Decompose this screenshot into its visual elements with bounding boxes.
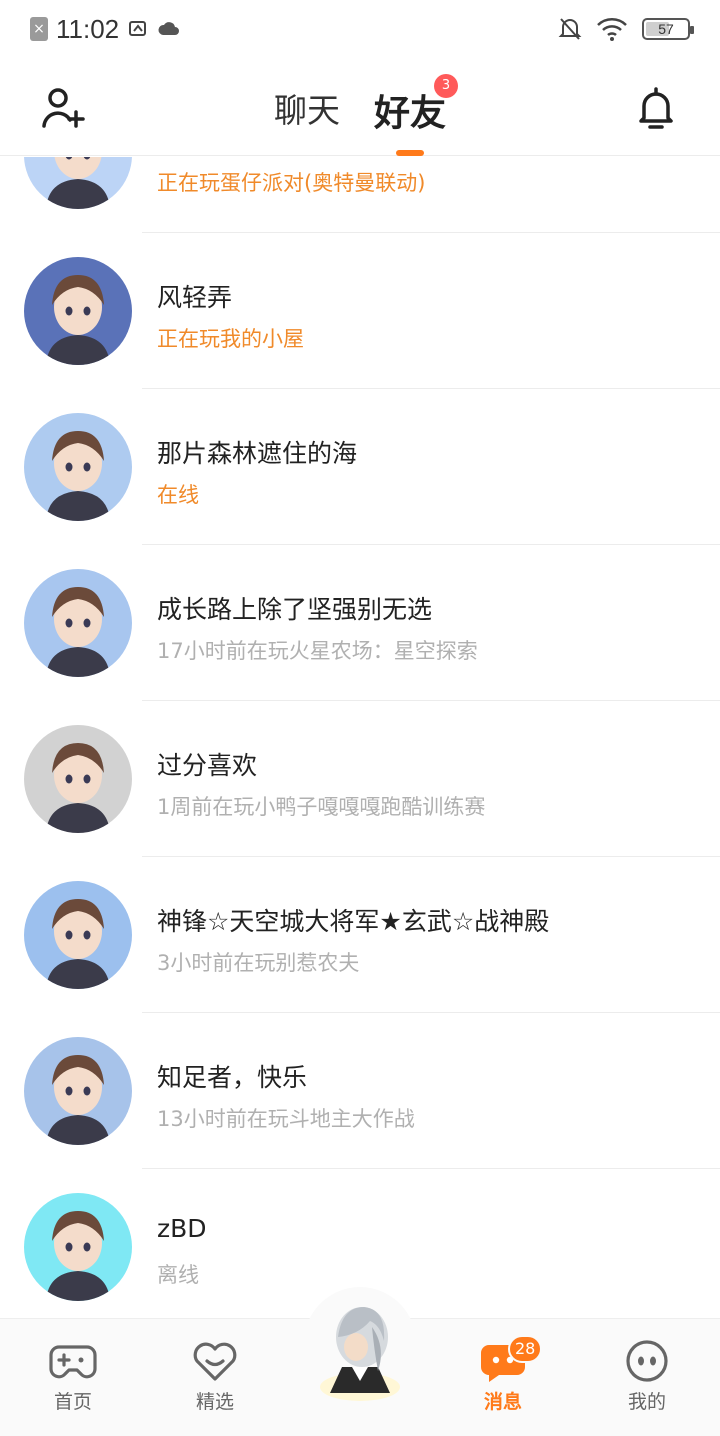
- nav-messages-label: 消息: [483, 1391, 522, 1413]
- friend-name: 风轻弄: [157, 283, 233, 312]
- friend-status: 17小时前在玩火星农场：星空探索: [157, 639, 478, 663]
- friend-status: 正在玩蛋仔派对(奥特曼联动): [157, 171, 426, 195]
- heart-chat-icon: [193, 1342, 237, 1381]
- friend-status: 正在玩我的小屋: [157, 327, 304, 351]
- friend-name: zBD: [157, 1214, 207, 1243]
- friend-list[interactable]: 正在玩蛋仔派对(奥特曼联动) 风轻弄正在玩我的小屋那片森林遮住的海在线成长路上除了…: [0, 157, 720, 1319]
- friend-row[interactable]: 成长路上除了坚强别无选 17小时前在玩火星农场：星空探索: [0, 545, 720, 701]
- active-tab-indicator: [395, 150, 424, 156]
- friend-avatar[interactable]: [24, 157, 132, 209]
- friend-avatar[interactable]: [24, 881, 132, 989]
- friend-status: 13小时前在玩斗地主大作战: [157, 1107, 415, 1131]
- friend-status: 1周前在玩小鸭子嘎嘎嘎跑酷训练赛: [157, 795, 486, 819]
- friend-name: 那片森林遮住的海: [157, 439, 358, 468]
- friend-name: 知足者，快乐: [157, 1063, 308, 1092]
- bell-icon: [639, 87, 673, 129]
- friend-status: 3小时前在玩别惹农夫: [157, 951, 360, 975]
- sim-icon: ×: [30, 17, 48, 41]
- friend-avatar[interactable]: [24, 257, 132, 365]
- cloud-icon: [158, 22, 180, 35]
- friend-row[interactable]: 过分喜欢 1周前在玩小鸭子嘎嘎嘎跑酷训练赛: [0, 701, 720, 857]
- screenshot-icon: [129, 21, 147, 36]
- nav-home-label: 首页: [53, 1391, 92, 1413]
- tab-friends[interactable]: 好友 3: [374, 74, 458, 156]
- avatar: [320, 1307, 400, 1401]
- wifi-icon: [597, 18, 627, 41]
- friend-row[interactable]: 知足者，快乐 13小时前在玩斗地主大作战: [0, 1013, 720, 1169]
- friend-name: 神锋☆天空城大将军★玄武☆战神殿: [157, 907, 550, 936]
- nav-home[interactable]: 首页: [18, 1319, 128, 1436]
- notification-button[interactable]: [636, 86, 676, 130]
- friends-badge: 3: [434, 74, 458, 98]
- friend-status: 在线: [157, 483, 199, 507]
- friend-avatar[interactable]: [24, 1037, 132, 1145]
- mute-bell-icon: [558, 18, 582, 40]
- friend-row[interactable]: 正在玩蛋仔派对(奥特曼联动): [0, 157, 720, 233]
- friend-row[interactable]: 风轻弄正在玩我的小屋: [0, 233, 720, 389]
- top-header: 聊天 好友 3: [0, 58, 720, 156]
- battery-level: 57: [658, 21, 674, 37]
- status-bar: × 11:02 57: [0, 0, 720, 58]
- gamepad-icon: [49, 1345, 97, 1379]
- nav-messages[interactable]: 28 消息: [448, 1319, 558, 1436]
- friend-avatar[interactable]: [24, 725, 132, 833]
- status-time: 11:02: [56, 13, 120, 44]
- face-icon: [626, 1340, 668, 1382]
- friend-status: 离线: [157, 1263, 199, 1287]
- nav-profile[interactable]: 我的: [592, 1319, 702, 1436]
- nav-profile-label: 我的: [627, 1391, 666, 1413]
- header-tabs: 聊天 好友 3: [0, 74, 720, 156]
- nav-featured[interactable]: 精选: [160, 1319, 270, 1436]
- friend-row[interactable]: 那片森林遮住的海在线: [0, 389, 720, 545]
- nav-featured-label: 精选: [195, 1391, 234, 1413]
- messages-badge: 28: [508, 1335, 543, 1363]
- friend-name: 成长路上除了坚强别无选: [157, 595, 433, 624]
- friend-avatar[interactable]: [24, 413, 132, 521]
- friend-avatar[interactable]: [24, 1193, 132, 1301]
- tab-chat[interactable]: 聊天: [274, 84, 340, 136]
- center-avatar-button[interactable]: [312, 1297, 408, 1405]
- battery-indicator: 57: [642, 18, 694, 40]
- bottom-nav: 首页 精选 28 消息 我的: [0, 1287, 720, 1436]
- friend-row[interactable]: 神锋☆天空城大将军★玄武☆战神殿 3小时前在玩别惹农夫: [0, 857, 720, 1013]
- friend-avatar[interactable]: [24, 569, 132, 677]
- friend-name: 过分喜欢: [157, 751, 258, 780]
